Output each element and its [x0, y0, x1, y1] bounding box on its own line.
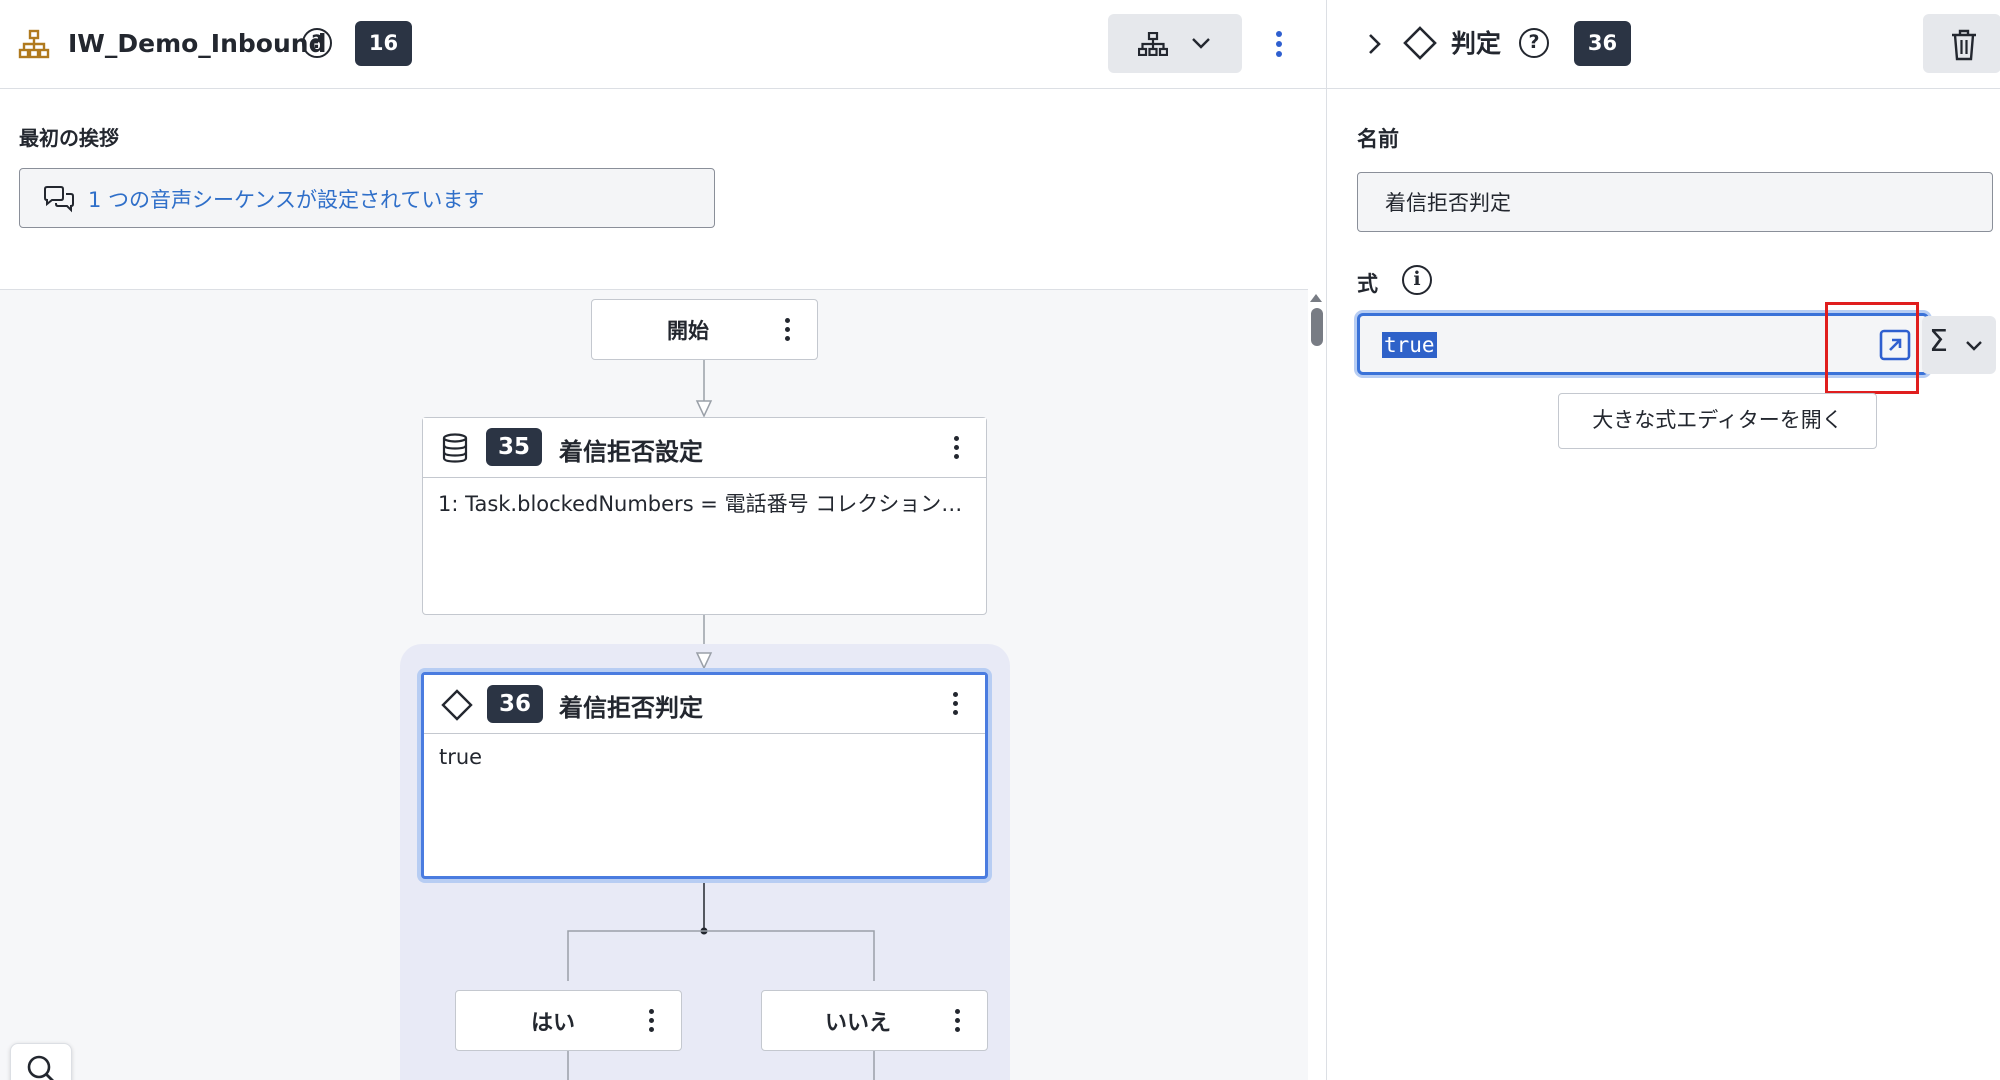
- canvas-search-button[interactable]: [10, 1043, 72, 1080]
- start-node[interactable]: 開始: [591, 299, 818, 360]
- open-editor-tooltip: 大きな式エディターを開く: [1558, 393, 1877, 449]
- decision-node-header: 36 着信拒否判定: [424, 675, 985, 734]
- properties-panel: 判定 ? 36 名前 式 i true: [1326, 0, 2000, 1080]
- trash-icon: [1952, 29, 1976, 61]
- help-icon[interactable]: ?: [1519, 28, 1549, 58]
- flow-canvas[interactable]: 開始 35 着信拒否設定 1: Task.blockedNumbers = 電話…: [0, 289, 1308, 1080]
- greeting-audio-sequence-button[interactable]: 1 つの音声シーケンスが設定されています: [19, 168, 715, 228]
- info-icon[interactable]: i: [1402, 265, 1432, 295]
- name-field-label: 名前: [1357, 127, 1399, 151]
- name-input[interactable]: [1357, 172, 1993, 232]
- sitemap-icon: [1138, 32, 1168, 56]
- canvas-scrollbar[interactable]: [1308, 289, 1326, 1080]
- greeting-summary-link[interactable]: 1 つの音声シーケンスが設定されています: [88, 184, 484, 214]
- decision-node-menu-button[interactable]: [946, 689, 966, 719]
- set-node-title: 着信拒否設定: [559, 438, 703, 466]
- decision-node-number: 36: [487, 685, 543, 723]
- decision-node-title: 着信拒否判定: [559, 694, 703, 722]
- set-variable-node[interactable]: 35 着信拒否設定 1: Task.blockedNumbers = 電話番号 …: [422, 417, 987, 615]
- properties-header: 判定 ? 36: [1327, 0, 2000, 89]
- start-node-label: 開始: [667, 319, 709, 343]
- chevron-down-icon: [1192, 38, 1210, 49]
- chat-bubbles-icon: [44, 186, 74, 213]
- greeting-label: 最初の挨拶: [19, 126, 119, 150]
- flow-header: IW_Demo_Inbound ? 16: [0, 0, 1326, 89]
- branch-yes-label: はい: [531, 1011, 576, 1036]
- diamond-icon: [441, 689, 473, 721]
- branch-yes-node[interactable]: はい: [455, 990, 682, 1051]
- branch-no-menu-button[interactable]: [948, 1006, 968, 1036]
- decision-node-expression: true: [439, 745, 483, 769]
- chevron-right-icon[interactable]: [1364, 30, 1384, 58]
- start-node-menu-button[interactable]: [778, 315, 798, 345]
- branch-yes-menu-button[interactable]: [642, 1006, 662, 1036]
- expression-value[interactable]: true: [1382, 332, 1437, 358]
- branch-no-label: いいえ: [825, 1011, 892, 1036]
- chevron-down-icon: [1966, 341, 1982, 351]
- flow-designer-panel: IW_Demo_Inbound ? 16 最初の挨拶 1 つの音声シーケンスが設…: [0, 0, 1326, 1080]
- flow-badge: 16: [355, 21, 412, 66]
- node-type-title: 判定: [1451, 29, 1502, 58]
- decision-node[interactable]: 36 着信拒否判定 true: [421, 672, 988, 879]
- set-node-assignment: 1: Task.blockedNumbers = 電話番号 コレクション…: [438, 492, 963, 516]
- flow-sitemap-icon: [18, 29, 50, 59]
- flow-name: IW_Demo_Inbound: [68, 29, 327, 58]
- set-node-menu-button[interactable]: [947, 433, 967, 463]
- tree-view-dropdown-button[interactable]: [1108, 14, 1242, 73]
- database-icon: [442, 433, 468, 463]
- sigma-icon: Σ: [1929, 324, 1948, 359]
- help-icon[interactable]: ?: [302, 28, 332, 58]
- kebab-vertical-icon: [1276, 31, 1282, 57]
- more-options-button[interactable]: [1264, 22, 1294, 66]
- expression-field-label: 式: [1357, 272, 1378, 296]
- diamond-icon: [1403, 26, 1437, 60]
- branch-no-node[interactable]: いいえ: [761, 990, 988, 1051]
- set-node-number: 35: [486, 428, 542, 466]
- node-number-badge: 36: [1574, 21, 1631, 66]
- highlight-annotation: [1825, 302, 1919, 394]
- canvas-scrollbar-thumb[interactable]: [1311, 308, 1323, 346]
- search-icon: [27, 1055, 54, 1080]
- scroll-up-arrow-icon[interactable]: [1310, 294, 1322, 302]
- delete-node-button[interactable]: [1923, 14, 2000, 73]
- function-menu-button[interactable]: Σ: [1922, 316, 1996, 374]
- set-node-header: 35 着信拒否設定: [423, 418, 986, 478]
